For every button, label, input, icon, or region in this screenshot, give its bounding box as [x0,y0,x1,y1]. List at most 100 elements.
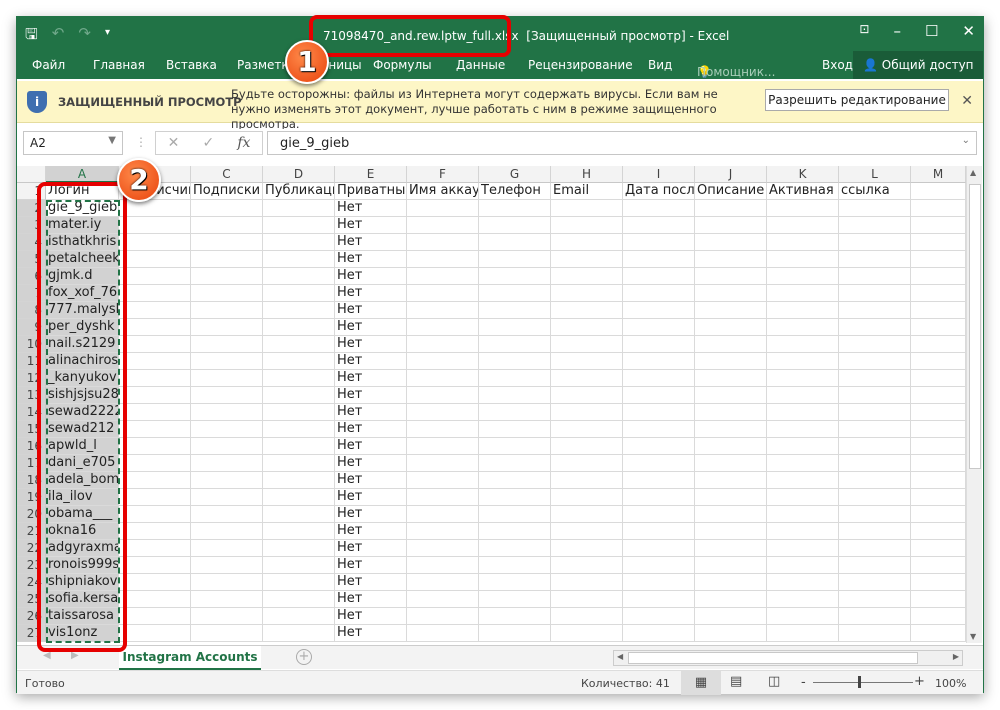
private-cell[interactable]: Нет [335,574,407,591]
cell[interactable] [767,251,839,268]
private-cell[interactable]: Нет [335,455,407,472]
cell[interactable] [767,285,839,302]
cell[interactable] [551,404,623,421]
cell[interactable] [263,574,335,591]
tab-insert[interactable]: Вставка [166,58,217,72]
cell[interactable] [767,370,839,387]
cell[interactable] [479,608,551,625]
cell[interactable] [479,285,551,302]
cell[interactable] [119,404,191,421]
cell[interactable] [767,268,839,285]
cell[interactable] [551,319,623,336]
cell[interactable] [839,472,911,489]
cell[interactable] [911,336,966,353]
formula-input[interactable]: gie_9_gieb ⌄ [267,131,977,155]
cell[interactable] [839,438,911,455]
cell[interactable] [479,557,551,574]
cell[interactable] [623,217,695,234]
cell[interactable] [911,217,966,234]
cell[interactable] [767,591,839,608]
column-header-K[interactable]: K [767,166,839,183]
cell[interactable] [263,438,335,455]
cell[interactable] [407,455,479,472]
cell[interactable] [695,268,767,285]
cell[interactable] [191,251,263,268]
cell[interactable] [263,370,335,387]
cell[interactable] [191,285,263,302]
column-header-J[interactable]: J [695,166,767,183]
cancel-icon[interactable]: ✕ [168,135,180,151]
cell[interactable] [407,608,479,625]
cell[interactable] [551,540,623,557]
cell[interactable] [767,438,839,455]
cell[interactable] [695,234,767,251]
cell[interactable] [263,387,335,404]
private-cell[interactable]: Нет [335,438,407,455]
sheet-tab-instagram-accounts[interactable]: Instagram Accounts [119,646,261,670]
cell[interactable] [263,285,335,302]
cell[interactable] [767,523,839,540]
cell[interactable] [623,574,695,591]
cell[interactable] [695,506,767,523]
column-header-E[interactable]: E [335,166,407,183]
private-cell[interactable]: Нет [335,370,407,387]
cell[interactable] [911,285,966,302]
cell[interactable] [695,574,767,591]
private-cell[interactable]: Нет [335,421,407,438]
cell[interactable] [407,319,479,336]
cell[interactable] [551,251,623,268]
cell[interactable] [839,268,911,285]
normal-view-icon[interactable]: ▦ [681,671,721,695]
undo-icon[interactable]: ↶ [52,24,65,49]
cell[interactable] [911,234,966,251]
column-header-M[interactable]: M [911,166,966,183]
cell[interactable] [263,608,335,625]
cell[interactable] [551,200,623,217]
sign-in-link[interactable]: Вход [822,58,853,72]
column-header-F[interactable]: F [407,166,479,183]
cell[interactable] [407,302,479,319]
cell[interactable] [479,370,551,387]
cell[interactable] [119,557,191,574]
maximize-icon[interactable]: ☐ [925,22,938,40]
cell[interactable] [623,472,695,489]
header-cell[interactable]: Телефон [479,183,551,200]
cell[interactable] [263,200,335,217]
cell[interactable] [191,574,263,591]
customize-qat-icon[interactable]: ▾ [105,24,110,49]
cell[interactable] [911,319,966,336]
cell[interactable] [551,268,623,285]
tab-review[interactable]: Рецензирование [528,58,633,72]
cell[interactable] [911,540,966,557]
cell[interactable] [767,353,839,370]
cell[interactable] [623,387,695,404]
cell[interactable] [623,421,695,438]
cell[interactable] [551,353,623,370]
scroll-left-icon[interactable]: ◀ [617,652,623,661]
header-cell[interactable]: Дата последней [623,183,695,200]
cell[interactable] [119,200,191,217]
cell[interactable] [263,234,335,251]
cell[interactable] [911,421,966,438]
cell[interactable] [407,438,479,455]
private-cell[interactable]: Нет [335,404,407,421]
horizontal-scroll-thumb[interactable] [628,652,918,664]
cell[interactable] [839,591,911,608]
zoom-level[interactable]: 100% [935,677,966,690]
private-cell[interactable]: Нет [335,285,407,302]
zoom-in-icon[interactable]: + [914,674,925,689]
cell[interactable] [839,353,911,370]
cell[interactable] [551,438,623,455]
cell[interactable] [407,353,479,370]
cell[interactable] [551,302,623,319]
name-box[interactable]: A2 ▼ [23,131,123,155]
cell[interactable] [263,472,335,489]
cell[interactable] [911,591,966,608]
header-cell[interactable]: Публикации [263,183,335,200]
cell[interactable] [191,489,263,506]
cell[interactable] [479,472,551,489]
cell[interactable] [479,489,551,506]
ribbon-display-icon[interactable]: ⊡ [859,22,869,40]
cell[interactable] [839,625,911,642]
cell[interactable] [839,319,911,336]
